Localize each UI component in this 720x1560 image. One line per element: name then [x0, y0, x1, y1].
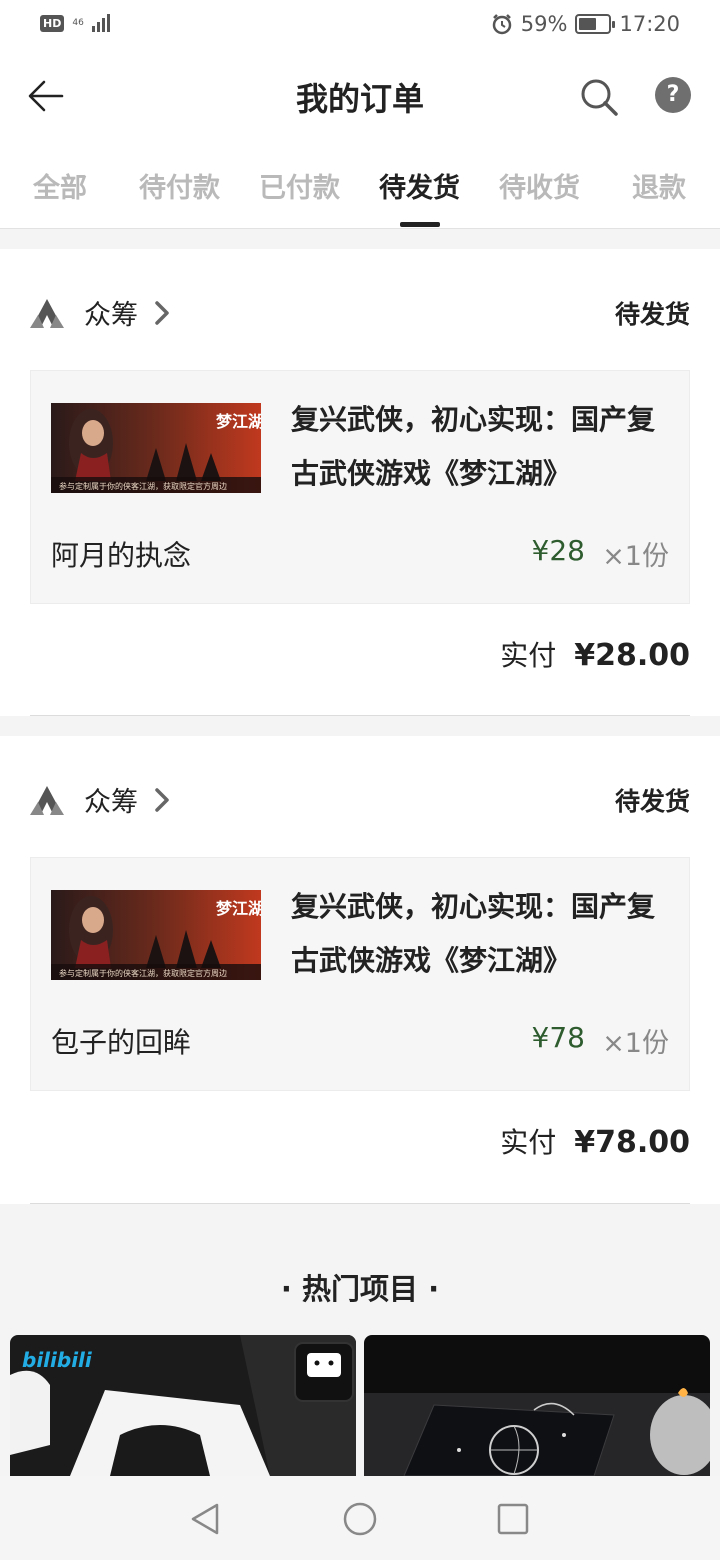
crowdfunding-logo-icon	[30, 785, 64, 815]
tab-pending-payment[interactable]: 待付款	[139, 166, 220, 205]
shop-link[interactable]: 众筹	[30, 293, 172, 332]
thumb-caption: 参与定制属于你的侠客江湖，获取限定官方周边	[59, 968, 227, 978]
hot-project-image: bilibili	[10, 1335, 356, 1476]
clock: 17:20	[619, 12, 680, 36]
chevron-right-icon	[155, 300, 169, 325]
product-name[interactable]: 复兴武侠，初心实现：国产复古武侠游戏《梦江湖》	[291, 393, 671, 501]
nav-recents-icon[interactable]	[494, 1500, 532, 1538]
status-right: 59% 17:20	[491, 12, 680, 36]
order-status: 待发货	[614, 300, 690, 329]
total-amount: ¥28.00	[574, 638, 690, 673]
alarm-icon	[492, 14, 512, 35]
status-bar: HD 46 59% 17:20	[0, 0, 720, 52]
order-card[interactable]: 众筹 待发货 梦江湖 参与定制属于你的侠客江湖，获取限定官方周边 复兴武侠，初心…	[0, 249, 720, 716]
network-type: 46	[72, 17, 84, 28]
hd-icon: HD	[40, 14, 65, 32]
order-total: 实付 ¥28.00	[500, 634, 690, 674]
hot-project-image	[364, 1335, 710, 1476]
hot-project-card[interactable]: bilibili	[10, 1335, 356, 1476]
order-card[interactable]: 众筹 待发货 梦江湖 参与定制属于你的侠客江湖，获取限定官方周边 复兴武侠，初心…	[0, 736, 720, 1204]
signal-icon	[91, 14, 110, 32]
order-status: 待发货	[614, 787, 690, 816]
shop-link[interactable]: 众筹	[30, 780, 172, 819]
chevron-right-icon	[155, 787, 169, 812]
reward-name: 包子的回眸	[51, 1026, 192, 1059]
reward-quantity: ×1份	[602, 541, 669, 572]
total-label: 实付	[500, 639, 557, 672]
divider	[30, 715, 690, 716]
tab-all[interactable]: 全部	[33, 166, 87, 205]
product-thumbnail: 梦江湖 参与定制属于你的侠客江湖，获取限定官方周边	[51, 890, 261, 980]
system-nav-bar	[0, 1476, 720, 1560]
shop-name: 众筹	[84, 300, 138, 331]
divider	[30, 1203, 690, 1204]
shop-name: 众筹	[84, 787, 138, 818]
hot-project-card[interactable]	[364, 1335, 710, 1476]
reward-price: ¥78	[531, 1021, 585, 1054]
crowdfunding-logo-icon	[30, 298, 64, 328]
thumb-caption: 参与定制属于你的侠客江湖，获取限定官方周边	[59, 481, 227, 491]
thumb-title: 梦江湖	[216, 412, 261, 431]
order-total: 实付 ¥78.00	[500, 1121, 690, 1161]
nav-back-icon[interactable]	[187, 1500, 225, 1538]
active-tab-indicator	[400, 222, 440, 227]
tab-refund[interactable]: 退款	[632, 166, 686, 205]
bilibili-logo: bilibili	[22, 1348, 93, 1372]
status-left: HD 46	[40, 14, 110, 32]
product-box[interactable]: 梦江湖 参与定制属于你的侠客江湖，获取限定官方周边 复兴武侠，初心实现：国产复古…	[30, 857, 690, 1091]
product-name[interactable]: 复兴武侠，初心实现：国产复古武侠游戏《梦江湖》	[291, 880, 671, 988]
battery-icon	[575, 14, 616, 34]
thumb-title: 梦江湖	[216, 899, 261, 918]
help-icon[interactable]: ?	[655, 77, 691, 113]
hot-projects-title: · 热门项目 ·	[280, 1272, 440, 1306]
reward-name: 阿月的执念	[51, 539, 192, 572]
tab-pending-receipt[interactable]: 待收货	[499, 166, 580, 205]
app-header: 我的订单 ?	[0, 52, 720, 142]
battery-percent: 59%	[520, 12, 568, 36]
nav-home-icon[interactable]	[341, 1500, 379, 1538]
order-tabs: 全部 待付款 已付款 待发货 待收货 退款	[0, 142, 720, 229]
product-thumbnail: 梦江湖 参与定制属于你的侠客江湖，获取限定官方周边	[51, 403, 261, 493]
tab-paid[interactable]: 已付款	[259, 166, 340, 205]
reward-price: ¥28	[531, 534, 585, 567]
search-icon[interactable]	[578, 76, 620, 118]
total-label: 实付	[500, 1126, 557, 1159]
tab-pending-shipment[interactable]: 待发货	[379, 166, 460, 205]
battery-fill	[579, 18, 596, 30]
total-amount: ¥78.00	[574, 1125, 690, 1160]
reward-quantity: ×1份	[602, 1028, 669, 1059]
product-box[interactable]: 梦江湖 参与定制属于你的侠客江湖，获取限定官方周边 复兴武侠，初心实现：国产复古…	[30, 370, 690, 604]
